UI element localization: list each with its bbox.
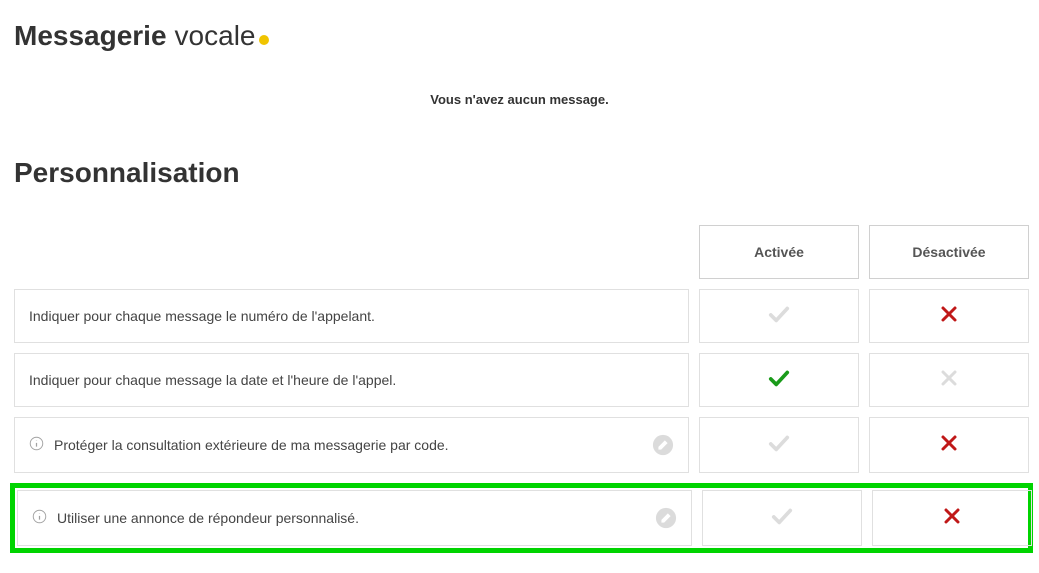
column-header-disabled: Désactivée xyxy=(869,225,1029,279)
cross-icon xyxy=(940,434,958,457)
setting-row-label: Indiquer pour chaque message la date et … xyxy=(14,353,689,407)
header-spacer xyxy=(14,225,689,279)
enabled-toggle[interactable] xyxy=(699,289,859,343)
check-icon xyxy=(768,432,790,459)
cross-icon xyxy=(940,369,958,392)
setting-row-label: Utiliser une annonce de répondeur person… xyxy=(17,490,692,546)
column-header-enabled: Activée xyxy=(699,225,859,279)
setting-row-label: Protéger la consultation extérieure de m… xyxy=(14,417,689,473)
cross-icon xyxy=(940,305,958,328)
title-bold: Messagerie xyxy=(14,20,167,52)
page-title: Messagerie vocale xyxy=(14,20,1025,52)
title-light: vocale xyxy=(175,20,256,52)
check-icon xyxy=(771,505,793,532)
section-title: Personnalisation xyxy=(14,157,1025,189)
enabled-toggle[interactable] xyxy=(699,353,859,407)
highlighted-row: Utiliser une annonce de répondeur person… xyxy=(10,483,1033,553)
cross-icon xyxy=(943,507,961,530)
check-icon xyxy=(768,303,790,330)
setting-label-text: Protéger la consultation extérieure de m… xyxy=(54,437,449,453)
enabled-toggle[interactable] xyxy=(699,417,859,473)
disabled-toggle[interactable] xyxy=(869,417,1029,473)
check-icon xyxy=(768,367,790,394)
disabled-toggle[interactable] xyxy=(869,289,1029,343)
disabled-toggle[interactable] xyxy=(872,490,1032,546)
setting-row-label: Indiquer pour chaque message le numéro d… xyxy=(14,289,689,343)
info-icon[interactable] xyxy=(29,436,44,454)
disabled-toggle[interactable] xyxy=(869,353,1029,407)
settings-grid: ActivéeDésactivée Indiquer pour chaque m… xyxy=(14,225,1025,553)
no-messages-text: Vous n'avez aucun message. xyxy=(14,92,1025,107)
enabled-toggle[interactable] xyxy=(702,490,862,546)
setting-label-text: Indiquer pour chaque message la date et … xyxy=(29,372,396,388)
setting-label-text: Indiquer pour chaque message le numéro d… xyxy=(29,308,375,324)
info-icon[interactable] xyxy=(32,509,47,527)
setting-label-text: Utiliser une annonce de répondeur person… xyxy=(57,510,359,526)
title-dot-icon xyxy=(259,35,269,45)
